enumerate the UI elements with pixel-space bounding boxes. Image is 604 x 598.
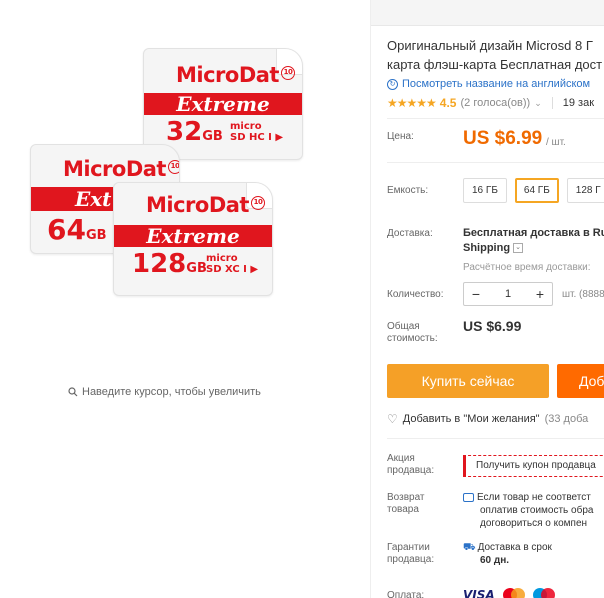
shipping-method-dropdown[interactable]: Shipping ⌄ xyxy=(463,241,604,256)
product-title: Оригинальный дизайн Microsd 8 Г карта фл… xyxy=(387,36,604,74)
quantity-decrease-button[interactable]: − xyxy=(470,286,482,302)
card-brand: MicroDat 10 xyxy=(146,193,265,217)
wishlist-text: Добавить в "Мои желания" xyxy=(402,413,540,425)
product-title-line: карта флэш-карта Бесплатная дост xyxy=(387,57,603,72)
price-label: Цена: xyxy=(387,131,414,142)
add-to-cart-button[interactable]: Доб xyxy=(557,364,604,398)
maestro-logo xyxy=(532,588,555,598)
capacity-option-16gb[interactable]: 16 ГБ xyxy=(463,178,507,203)
quantity-label: Количество: xyxy=(387,289,444,300)
return-policy: Если товар не соответст оплатив стоимост… xyxy=(463,491,593,530)
mastercard-logo xyxy=(502,588,525,598)
price-unit: / шт. xyxy=(546,137,566,148)
capacity-option-128gb[interactable]: 128 Г xyxy=(566,178,604,203)
add-to-wishlist-link[interactable]: ♡ Добавить в "Мои желания" (33 доба xyxy=(387,412,588,426)
seller-promo-label: Акция продавца: xyxy=(387,453,435,476)
truck-icon: ⛟ xyxy=(463,542,476,553)
return-label: Возврат товара xyxy=(387,492,425,515)
guarantee-label: Гарантии продавца: xyxy=(387,542,435,565)
card-logos: micro SD HC I ▶ xyxy=(230,121,284,143)
wishlist-count: (33 доба xyxy=(544,413,589,425)
capacity-options: 16 ГБ 64 ГБ 128 Г xyxy=(463,178,604,203)
product-image-gallery[interactable]: MicroDat 10 Extreme 32GB micro SD HC I ▶ M… xyxy=(0,0,368,598)
zoom-hint-text: Наведите курсор, чтобы увеличить xyxy=(82,386,261,398)
rating-votes-link[interactable]: (2 голоса(ов)) xyxy=(460,97,530,109)
chevron-down-icon[interactable]: ⌄ xyxy=(534,98,542,109)
shipping-info: Бесплатная доставка в Ru Shipping ⌄ xyxy=(463,226,604,256)
chevron-down-icon: ⌄ xyxy=(513,243,524,254)
divider xyxy=(551,97,553,109)
card-logos: micro SD XC I ▶ xyxy=(206,253,259,275)
top-bar xyxy=(371,0,604,26)
delivery-estimate: Расчётное время доставки: xyxy=(463,262,591,273)
card-stripe: Extreme xyxy=(144,93,302,115)
product-title-line: Оригинальный дизайн Microsd 8 Г xyxy=(387,38,593,53)
translate-icon: ↻ xyxy=(387,78,398,90)
delivery-guarantee: ⛟ Доставка в срок 60 дн. xyxy=(463,542,552,566)
translate-link-text: Посмотреть название на английском xyxy=(402,78,591,90)
payment-label: Оплата: xyxy=(387,590,425,598)
card-brand: MicroDat 10 xyxy=(176,63,295,87)
get-coupon-button[interactable]: Получить купон продавца xyxy=(463,455,604,477)
capacity-label: Емкость: xyxy=(387,185,429,196)
shipping-label: Доставка: xyxy=(387,228,433,239)
buy-now-button[interactable]: Купить сейчас xyxy=(387,364,549,398)
rating-score: 4.5 xyxy=(439,96,457,110)
zoom-hint: Наведите курсор, чтобы увеличить xyxy=(68,386,261,398)
rating-row: ★★★★★ 4.5 (2 голоса(ов)) ⌄ 19 зак xyxy=(387,96,594,110)
visa-logo: VISA xyxy=(463,588,495,598)
total-value: US $6.99 xyxy=(463,318,522,334)
translate-title-link[interactable]: ↻ Посмотреть название на английском xyxy=(387,78,590,90)
quantity-increase-button[interactable]: + xyxy=(534,286,546,302)
capacity-option-64gb[interactable]: 64 ГБ xyxy=(514,178,559,203)
card-brand: MicroDat 10 xyxy=(63,157,179,181)
card-capacity: 32GB xyxy=(166,117,223,147)
product-image-card-128gb: MicroDat 10 Extreme 128GB micro SD XC I ▶ xyxy=(113,182,273,296)
card-stripe: Extreme xyxy=(114,225,272,247)
card-capacity: 64GB xyxy=(47,213,107,246)
quantity-stepper: − 1 + xyxy=(463,282,553,306)
heart-icon: ♡ xyxy=(387,412,398,426)
payment-methods: VISA xyxy=(463,588,555,598)
return-policy-icon xyxy=(463,492,474,502)
quantity-input[interactable]: 1 xyxy=(505,288,511,300)
divider xyxy=(387,438,604,439)
divider xyxy=(387,162,604,163)
product-image-card-32gb: MicroDat 10 Extreme 32GB micro SD HC I ▶ xyxy=(143,48,303,160)
total-label: Общая стоимость: xyxy=(387,321,438,344)
divider xyxy=(387,118,604,119)
magnifier-icon xyxy=(68,387,78,397)
quantity-available: шт. (8888 xyxy=(562,289,604,300)
orders-count: 19 зак xyxy=(562,97,595,109)
shipping-line: Бесплатная доставка в Ru xyxy=(463,227,604,239)
card-capacity: 128GB xyxy=(132,249,207,279)
product-details-panel: Оригинальный дизайн Microsd 8 Г карта фл… xyxy=(370,0,604,598)
star-rating-icon: ★★★★★ xyxy=(387,96,437,110)
price-value: US $6.99 xyxy=(463,128,543,149)
